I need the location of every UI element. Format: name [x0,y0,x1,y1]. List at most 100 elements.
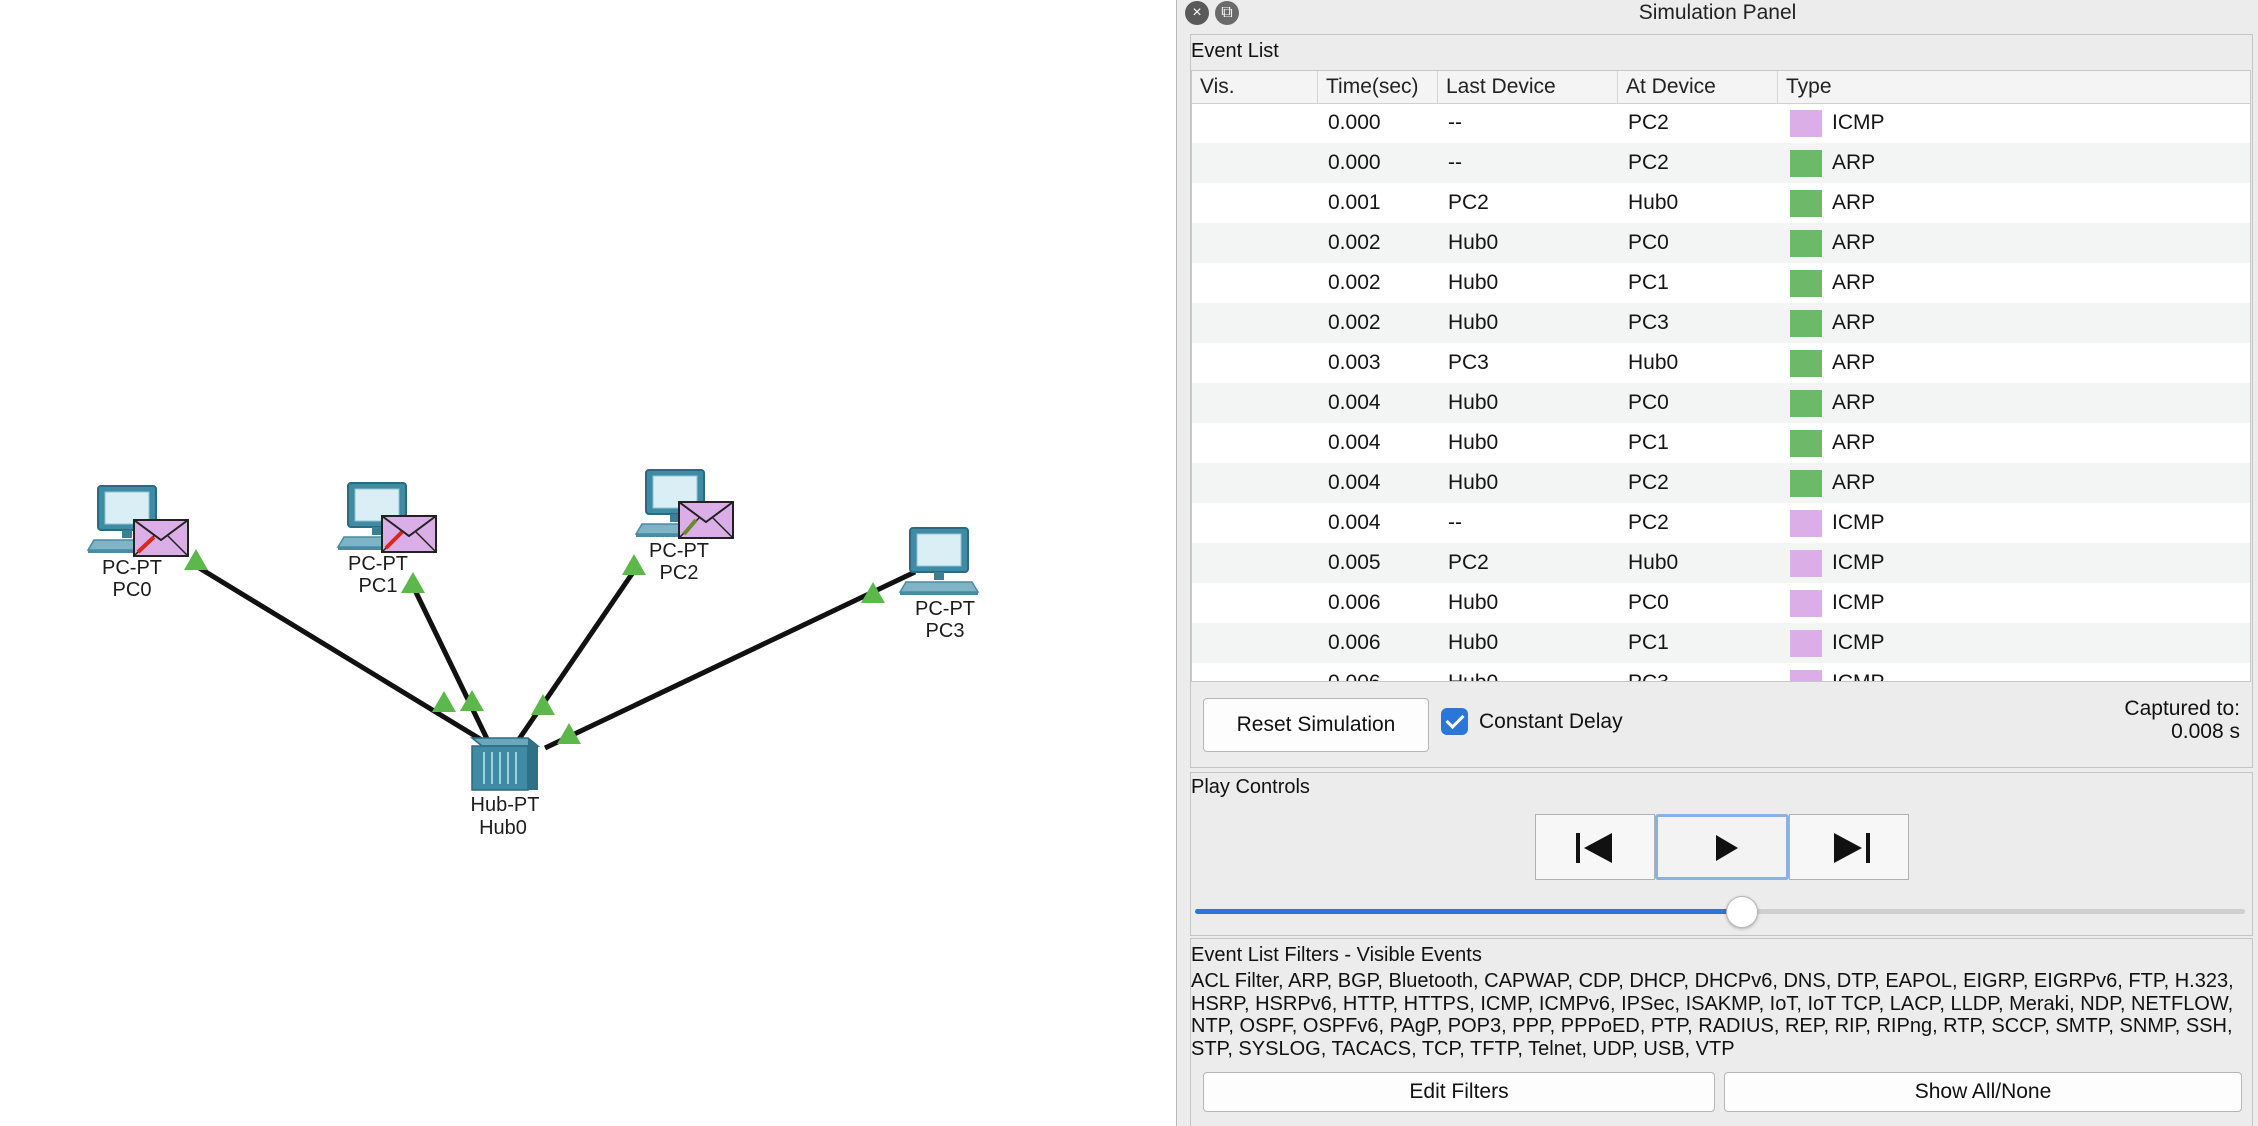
event-type-color-swatch[interactable] [1790,390,1822,417]
event-type-color-swatch[interactable] [1790,510,1822,537]
device-pc0[interactable]: PC-PT PC0 [87,485,189,601]
link-status-pc2 [622,554,646,575]
event-time: 0.004 [1328,391,1381,414]
panel-titlebar: × ⧉ Simulation Panel [1177,0,2258,26]
event-at-device: PC1 [1628,431,1669,454]
col-last-device[interactable]: Last Device [1438,71,1618,103]
topology-canvas[interactable]: PC-PT PC0 PC-PT PC1 PC-PT PC2 PC-PT PC3 [0,0,1176,1126]
event-row[interactable]: 0.005 PC2 Hub0 ICMP [1192,543,2250,583]
link-status-pc1 [401,572,425,593]
event-time: 0.001 [1328,191,1381,214]
col-at-device[interactable]: At Device [1618,71,1778,103]
event-type: ICMP [1832,663,1885,681]
event-type-color-swatch[interactable] [1790,670,1822,681]
event-row[interactable]: 0.002 Hub0 PC3 ARP [1192,303,2250,343]
event-type: ARP [1832,231,1876,254]
event-type-color-swatch[interactable] [1790,470,1822,497]
panel-title: Simulation Panel [1638,1,1797,24]
edit-filters-button[interactable]: Edit Filters [1203,1072,1715,1112]
simulation-panel: × ⧉ Simulation Panel Event List Vis. Tim… [1176,0,2258,1126]
event-last-device: Hub0 [1448,271,1499,294]
event-type-color-swatch[interactable] [1790,350,1822,377]
playback-slider-thumb[interactable] [1726,896,1758,928]
reset-simulation-button[interactable]: Reset Simulation [1203,698,1429,752]
topology-workspace[interactable]: PC-PT PC0 PC-PT PC1 PC-PT PC2 PC-PT PC3 [0,0,1176,1126]
pc3-icon [899,527,979,596]
device-pc2[interactable]: PC-PT PC2 [635,469,734,584]
pc3-name-label: PC3 [926,620,965,642]
event-time: 0.000 [1328,111,1381,134]
hub-icon [469,737,541,791]
event-type-color-swatch[interactable] [1790,150,1822,177]
event-type: ARP [1832,351,1876,374]
col-time[interactable]: Time(sec) [1318,71,1438,103]
event-type-color-swatch[interactable] [1790,590,1822,617]
event-table[interactable]: Vis. Time(sec) Last Device At Device Typ… [1191,70,2251,682]
event-at-device: PC3 [1628,663,1669,681]
hub0-name-label: Hub0 [479,817,527,839]
event-type-color-swatch[interactable] [1790,310,1822,337]
event-type: ICMP [1832,591,1885,614]
link-status-pc3 [861,582,885,603]
event-type: ARP [1832,431,1876,454]
event-row[interactable]: 0.004 Hub0 PC2 ARP [1192,463,2250,503]
device-hub0[interactable]: Hub-PT Hub0 [469,737,541,839]
event-type: ICMP [1832,511,1885,534]
event-type-color-swatch[interactable] [1790,230,1822,257]
event-type: ICMP [1832,551,1885,574]
pc0-name-label: PC0 [113,579,152,601]
device-pc3[interactable]: PC-PT PC3 [899,527,979,642]
play-button[interactable] [1655,814,1789,880]
event-at-device: PC0 [1628,591,1669,614]
event-type-color-swatch[interactable] [1790,190,1822,217]
event-at-device: PC2 [1628,151,1669,174]
event-time: 0.005 [1328,551,1381,574]
event-time: 0.006 [1328,591,1381,614]
play-icon [1716,835,1738,861]
event-type-color-swatch[interactable] [1790,550,1822,577]
event-row[interactable]: 0.000 -- PC2 ICMP [1192,103,2250,143]
event-time: 0.004 [1328,471,1381,494]
checkbox-checked-icon[interactable] [1441,708,1468,735]
event-type: ARP [1832,151,1876,174]
forward-button[interactable] [1789,814,1909,880]
event-row[interactable]: 0.002 Hub0 PC1 ARP [1192,263,2250,303]
event-type: ICMP [1832,111,1885,134]
event-row[interactable]: 0.000 -- PC2 ARP [1192,143,2250,183]
col-vis[interactable]: Vis. [1192,71,1318,103]
event-type-color-swatch[interactable] [1790,630,1822,657]
link-pc2-hub0[interactable] [512,566,639,747]
col-type[interactable]: Type [1778,71,2250,103]
event-row[interactable]: 0.003 PC3 Hub0 ARP [1192,343,2250,383]
event-last-device: Hub0 [1448,311,1499,334]
event-list-label: Event List [1191,40,1279,62]
event-row[interactable]: 0.002 Hub0 PC0 ARP [1192,223,2250,263]
show-all-none-button[interactable]: Show All/None [1724,1072,2242,1112]
pc2-model-label: PC-PT [649,540,709,562]
link-pc3-hub0[interactable] [543,569,917,751]
event-row[interactable]: 0.004 -- PC2 ICMP [1192,503,2250,543]
event-type: ARP [1832,271,1876,294]
event-type-color-swatch[interactable] [1790,110,1822,137]
event-last-device: -- [1448,111,1462,134]
event-type: ARP [1832,471,1876,494]
captured-value: 0.008 s [2171,720,2240,743]
event-last-device: Hub0 [1448,391,1499,414]
event-type-color-swatch[interactable] [1790,270,1822,297]
event-time: 0.006 [1328,631,1381,654]
event-row[interactable]: 0.006 Hub0 PC1 ICMP [1192,623,2250,663]
back-button[interactable] [1535,814,1655,880]
event-time: 0.002 [1328,271,1381,294]
filters-label: Event List Filters - Visible Events [1191,944,1482,966]
event-row[interactable]: 0.001 PC2 Hub0 ARP [1192,183,2250,223]
device-pc1[interactable]: PC-PT PC1 [337,482,437,597]
playback-slider[interactable] [1195,896,2245,928]
event-time: 0.004 [1328,511,1381,534]
event-row[interactable]: 0.004 Hub0 PC0 ARP [1192,383,2250,423]
event-row[interactable]: 0.004 Hub0 PC1 ARP [1192,423,2250,463]
event-type-color-swatch[interactable] [1790,430,1822,457]
event-last-device: Hub0 [1448,231,1499,254]
event-type: ICMP [1832,631,1885,654]
event-row[interactable]: 0.006 Hub0 PC0 ICMP [1192,583,2250,623]
event-row[interactable]: 0.006 Hub0 PC3 ICMP [1192,663,2250,681]
